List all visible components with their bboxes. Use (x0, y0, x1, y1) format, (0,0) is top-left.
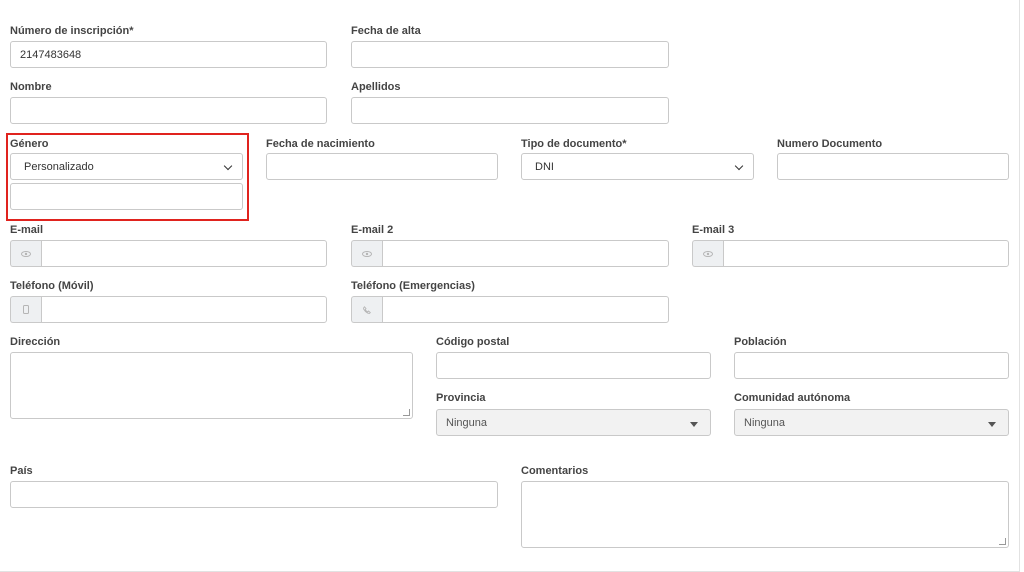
direccion-label: Dirección (10, 336, 61, 348)
chevron-down-icon (734, 161, 744, 171)
fecha-nacimiento-input[interactable] (266, 153, 498, 180)
fecha-alta-input[interactable] (351, 41, 669, 68)
chevron-down-icon (223, 161, 233, 171)
nombre-label: Nombre (10, 81, 52, 93)
comunidad-value: Ninguna (744, 416, 785, 429)
codigo-postal-label: Código postal (436, 336, 510, 348)
telefono-emergencias-label: Teléfono (Emergencias) (351, 280, 475, 292)
provincia-value: Ninguna (446, 416, 487, 429)
telefono-emergencias-input[interactable] (382, 296, 669, 323)
codigo-postal-input[interactable] (436, 352, 711, 379)
provincia-label: Provincia (436, 392, 486, 404)
inscripcion-label: Número de inscripción* (10, 25, 134, 37)
nombre-input[interactable] (10, 97, 327, 124)
pais-label: País (10, 465, 33, 477)
genero-label: Género (10, 138, 49, 150)
comentarios-textarea[interactable] (521, 481, 1009, 548)
apellidos-input[interactable] (351, 97, 669, 124)
eye-icon (351, 240, 382, 267)
email2-label: E-mail 2 (351, 224, 394, 236)
caret-down-icon (988, 422, 996, 427)
phone-icon (351, 296, 382, 323)
fecha-nacimiento-label: Fecha de nacimiento (266, 138, 375, 150)
poblacion-input[interactable] (734, 352, 1009, 379)
genero-custom-input[interactable] (10, 183, 243, 210)
eye-icon (692, 240, 723, 267)
email3-label: E-mail 3 (692, 224, 735, 236)
provincia-select[interactable]: Ninguna (436, 409, 711, 436)
tipo-documento-select[interactable]: DNI (521, 153, 754, 180)
resize-handle-icon[interactable] (403, 409, 410, 416)
comentarios-label: Comentarios (521, 465, 589, 477)
email-label: E-mail (10, 224, 44, 236)
genero-select-value: Personalizado (24, 160, 94, 173)
tipo-documento-label: Tipo de documento* (521, 138, 627, 150)
eye-icon (10, 240, 41, 267)
apellidos-label: Apellidos (351, 81, 401, 93)
email-input[interactable] (41, 240, 327, 267)
poblacion-label: Población (734, 336, 787, 348)
resize-handle-icon[interactable] (999, 538, 1006, 545)
caret-down-icon (690, 422, 698, 427)
numero-documento-label: Numero Documento (777, 138, 883, 150)
mobile-phone-icon (10, 296, 41, 323)
comunidad-select[interactable]: Ninguna (734, 409, 1009, 436)
pais-input[interactable] (10, 481, 498, 508)
telefono-movil-label: Teléfono (Móvil) (10, 280, 94, 292)
genero-select[interactable]: Personalizado (10, 153, 243, 180)
numero-documento-input[interactable] (777, 153, 1009, 180)
form-right-border (1019, 0, 1020, 572)
email2-input[interactable] (382, 240, 669, 267)
comunidad-label: Comunidad autónoma (734, 392, 851, 404)
inscripcion-input[interactable]: 2147483648 (10, 41, 327, 68)
fecha-alta-label: Fecha de alta (351, 25, 421, 37)
tipo-documento-value: DNI (535, 160, 554, 173)
direccion-textarea[interactable] (10, 352, 413, 419)
telefono-movil-input[interactable] (41, 296, 327, 323)
email3-input[interactable] (723, 240, 1009, 267)
